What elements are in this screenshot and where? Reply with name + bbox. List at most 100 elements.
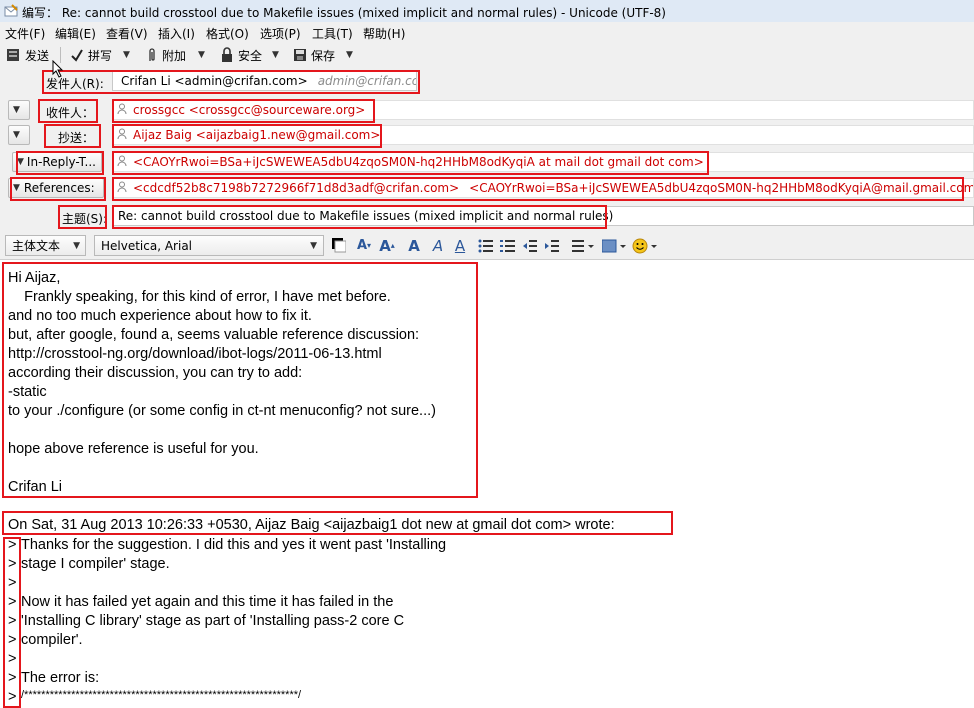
to-field[interactable]: crossgcc <crossgcc@sourceware.org> [112,100,974,120]
body-line: according their discussion, you can try … [8,365,303,381]
references-dropdown[interactable]: ▼ References: [8,178,104,198]
menu-view[interactable]: 查看(V) [106,25,148,42]
from-name: Crifan Li <admin@crifan.com> [121,74,308,88]
body-line: -static [8,384,47,400]
references-value-1: <cdcdf52b8c7198b7272966f71d8d3adf@crifan… [133,181,460,195]
menu-help[interactable]: 帮助(H) [363,25,405,42]
bold-icon[interactable]: A [406,237,422,255]
to-address: crossgcc <crossgcc@sourceware.org> [133,103,366,117]
italic-icon[interactable]: A [430,237,446,255]
cc-label: 抄送： [58,131,95,145]
person-icon [117,128,127,143]
paperclip-icon [149,48,155,61]
chevron-down-icon: ▼ [73,240,80,251]
outdent-icon[interactable] [522,237,538,254]
attribution-line: On Sat, 31 Aug 2013 10:26:33 +0530, Aija… [8,517,615,533]
cc-field[interactable]: Aijaz Baig <aijazbaig1.new@gmail.com> [112,125,974,145]
quoted-line: stage I compiler' stage. [21,556,170,572]
quoted-line: Now it has failed yet again and this tim… [21,594,394,610]
references-label: References: [23,181,95,195]
window-title: 编写： Re: cannot build crosstool due to Ma… [22,4,666,21]
format-toolbar: 主体文本 ▼ Helvetica, Arial ▼ A ▾ A ▴ A A A [0,231,974,260]
body-line: http://crosstool-ng.org/download/ibot-lo… [8,346,382,362]
main-toolbar: 发送 拼写 ▼ 附加 ▼ 安全 ▼ 保存 ▼ [0,42,974,69]
references-value-2: <CAOYrRwoi=BSa+iJcSWEWEA5dbU4zqoSM0N-hq2… [469,181,974,195]
person-icon [117,155,127,170]
save-button[interactable]: 保存 [293,45,335,65]
font-value: Helvetica, Arial [101,238,193,253]
quoted-line: 'Installing C library' stage as part of … [21,613,405,629]
spell-dropdown-icon[interactable]: ▼ [123,45,130,65]
quote-mark: > [8,575,17,591]
security-dropdown-icon[interactable]: ▼ [272,45,279,65]
save-dropdown-icon[interactable]: ▼ [346,45,353,65]
bulleted-list-icon[interactable] [478,237,494,254]
references-field[interactable]: <cdcdf52b8c7198b7272966f71d8d3adf@crifan… [112,178,974,198]
to-label: 收件人： [46,106,95,120]
quote-mark: > [8,556,17,572]
in-reply-to-value: <CAOYrRwoi=BSa+iJcSWEWEA5dbU4zqoSM0N-hq2… [133,155,704,169]
send-icon [7,49,19,61]
text-color-icon[interactable] [332,237,346,254]
in-reply-to-label: In-Reply-T... [26,155,96,169]
quote-mark: > [8,594,17,610]
smiley-icon[interactable] [632,237,658,254]
quoted-line: Thanks for the suggestion. I did this an… [21,537,447,553]
from-field[interactable]: Crifan Li <admin@crifan.com> admin@crifa… [112,71,417,91]
window-title-prefix: 编写： [22,6,59,20]
security-label: 安全 [238,48,263,63]
lock-icon [222,47,232,62]
attach-dropdown-icon[interactable]: ▼ [198,45,205,65]
cc-address: Aijaz Baig <aijazbaig1.new@gmail.com> [133,128,381,142]
checkmark-icon [71,49,83,62]
quote-mark: > [8,651,17,667]
font-select[interactable]: Helvetica, Arial ▼ [94,235,324,256]
menu-file[interactable]: 文件(F) [5,25,45,42]
underline-icon[interactable]: A [452,237,468,255]
quote-mark: > [8,670,17,686]
spell-button[interactable]: 拼写 [70,45,112,65]
cc-type-dropdown[interactable]: ▼ [8,125,30,145]
security-button[interactable]: 安全 [220,45,262,65]
menu-options[interactable]: 选项(P) [260,25,301,42]
insert-object-icon[interactable] [602,237,628,254]
menu-edit[interactable]: 编辑(E) [55,25,96,42]
quoted-line: The error is: [21,670,100,686]
body-line: but, after google, found a, seems valuab… [8,327,420,343]
in-reply-to-field[interactable]: <CAOYrRwoi=BSa+iJcSWEWEA5dbU4zqoSM0N-hq2… [112,152,974,172]
body-line: Frankly speaking, for this kind of error… [8,289,391,305]
indent-icon[interactable] [544,237,560,254]
window-title-text: Re: cannot build crosstool due to Makefi… [61,6,666,20]
save-label: 保存 [311,48,336,63]
floppy-disk-icon [294,49,306,61]
numbered-list-icon[interactable] [500,237,516,254]
body-line: to your ./configure (or some config in c… [8,403,436,419]
menu-format[interactable]: 格式(O) [206,25,249,42]
menu-insert[interactable]: 插入(I) [158,25,195,42]
title-bar: 编写： Re: cannot build crosstool due to Ma… [0,0,974,23]
to-type-dropdown[interactable]: ▼ [8,100,30,120]
larger-font-icon[interactable]: A ▴ [378,237,396,255]
person-icon [117,103,127,118]
subject-label: 主题(S): [62,212,108,226]
menu-tools[interactable]: 工具(T) [312,25,353,42]
align-menu-icon[interactable] [572,237,596,254]
quote-mark: > [8,613,17,629]
attach-label: 附加 [162,48,187,63]
paragraph-style-value: 主体文本 [12,239,61,253]
subject-field[interactable]: Re: cannot build crosstool due to Makefi… [112,206,974,226]
quoted-line: compiler'. [21,632,83,648]
attach-button[interactable]: 附加 [146,45,186,65]
send-button[interactable]: 发送 [5,45,49,65]
smaller-font-icon[interactable]: A ▾ [356,237,372,254]
body-line: Crifan Li [8,479,62,495]
quote-mark: > [8,689,17,705]
body-line: Hi Aijaz, [8,270,61,286]
quoted-line: /***************************************… [21,689,302,701]
quote-mark: > [8,632,17,648]
from-identity: admin@crifan.com [317,74,416,88]
spell-label: 拼写 [88,48,113,63]
in-reply-to-dropdown[interactable]: ▼ In-Reply-T... [12,152,102,172]
person-icon [117,181,127,196]
paragraph-style-select[interactable]: 主体文本 ▼ [5,235,86,256]
